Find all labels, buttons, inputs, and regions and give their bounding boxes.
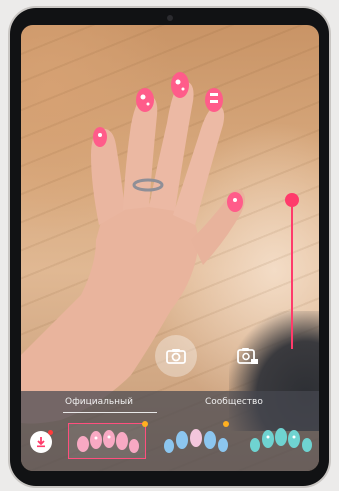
camera-preview-screen: Официальный Сообщество [21,25,319,471]
notification-dot [48,430,53,435]
tab-official[interactable]: Официальный [65,397,133,407]
new-badge [223,421,229,427]
nail-design-thumbnail[interactable] [68,421,148,459]
nail-thumbnail-icon [77,430,139,453]
shutter-button[interactable] [155,335,197,377]
tab-bar: Официальный Сообщество [21,397,319,417]
gallery-button[interactable] [233,343,263,369]
nail-design-thumbnail[interactable] [159,421,237,459]
front-camera [166,15,173,21]
intensity-slider-track[interactable] [291,199,293,349]
intensity-slider-handle[interactable] [285,193,299,207]
download-icon [37,437,45,448]
nail-ring [171,72,189,98]
design-list [21,421,319,463]
nail-middle [136,88,154,112]
nail-thumbnail-icon [164,429,228,453]
camera-icon [166,349,186,364]
tab-community[interactable]: Сообщество [205,397,263,407]
active-tab-indicator [63,412,157,413]
nail-design-thumbnail[interactable] [245,423,319,459]
gallery-icon [237,348,258,364]
nail-thumbnail-icon [250,428,312,452]
new-badge [142,421,148,427]
save-button[interactable] [30,430,53,453]
design-picker-panel: Официальный Сообщество [21,391,319,471]
